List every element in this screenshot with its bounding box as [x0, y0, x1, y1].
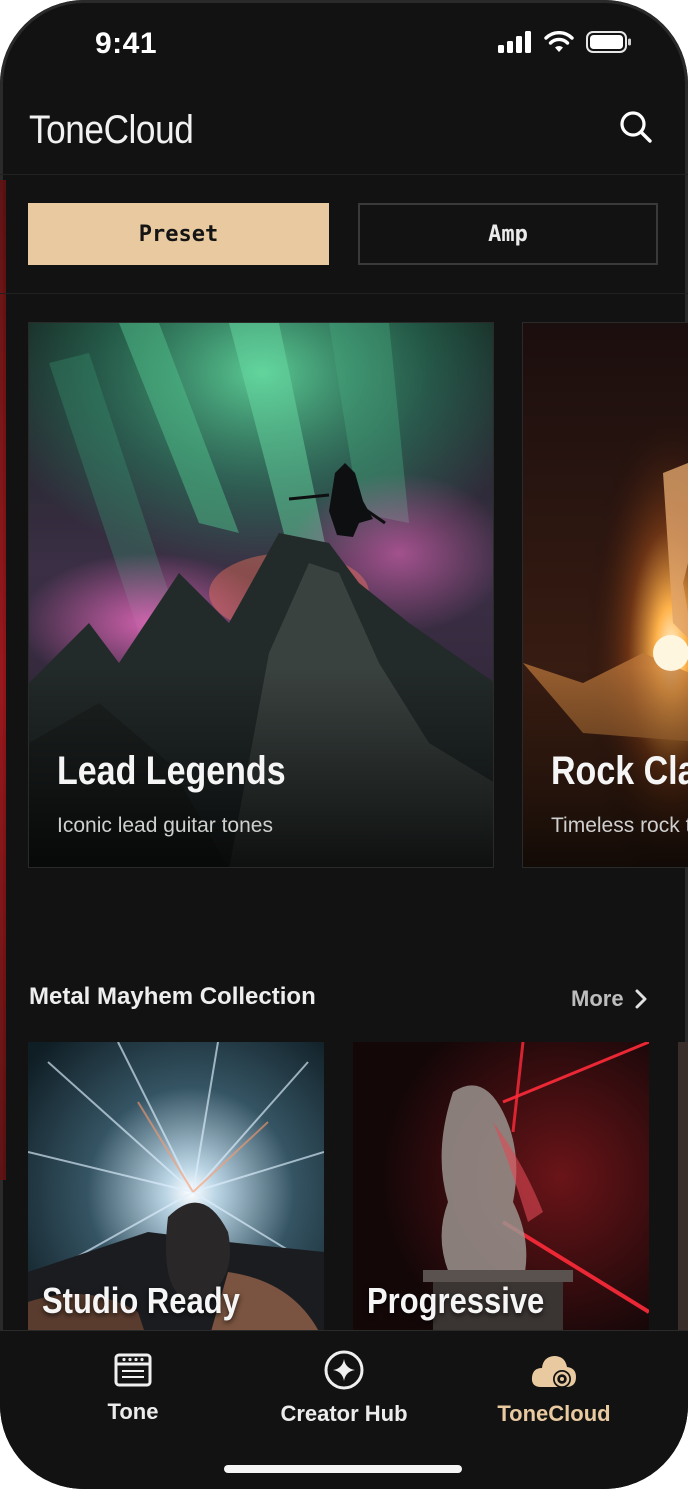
sparkle-circle-icon: [324, 1350, 364, 1390]
tab-label: Creator Hub: [280, 1401, 408, 1426]
status-time: 9:41: [95, 27, 158, 60]
tab-tone[interactable]: Tone: [0, 1349, 266, 1425]
card-title: Studio Ready: [42, 1280, 240, 1321]
search-icon: [620, 111, 652, 143]
battery-icon: [586, 31, 631, 53]
cloud-icon: [531, 1356, 576, 1388]
tab-label: ToneCloud: [497, 1401, 611, 1426]
card-title: Progressive: [367, 1280, 545, 1321]
page-title: ToneCloud: [29, 108, 194, 152]
status-bar: 9:41: [0, 0, 688, 90]
collection-card-progressive[interactable]: Progressive: [353, 1042, 649, 1342]
app-header: ToneCloud: [0, 90, 688, 175]
tab-label: Tone: [107, 1399, 159, 1424]
tab-creator-hub[interactable]: Creator Hub: [239, 1349, 449, 1427]
collection-card-peek[interactable]: [678, 1042, 688, 1342]
card-title: Rock Classics: [551, 749, 688, 793]
card-subtitle: Timeless rock tones: [551, 814, 688, 837]
search-button[interactable]: [618, 109, 654, 145]
home-indicator: [224, 1465, 462, 1473]
card-title: Lead Legends: [57, 749, 286, 793]
phone-frame: 9:41 ToneCloud Preset Amp Lead Legends I…: [0, 0, 688, 1489]
chevron-right-icon: [635, 989, 647, 1009]
more-link[interactable]: More: [571, 986, 648, 1012]
card-subtitle: Iconic lead guitar tones: [57, 814, 273, 837]
tab-preset[interactable]: Preset: [28, 203, 329, 265]
featured-card-lead-legends[interactable]: Lead Legends Iconic lead guitar tones: [28, 322, 494, 868]
amp-icon: [114, 1353, 152, 1387]
card-artwork: [678, 1042, 688, 1342]
tab-tonecloud[interactable]: ToneCloud: [440, 1349, 668, 1427]
wifi-icon: [544, 31, 574, 52]
signal-icon: [498, 31, 531, 53]
status-icons: [498, 31, 632, 53]
more-label: More: [571, 986, 624, 1011]
collection-card-studio-ready[interactable]: Studio Ready: [28, 1042, 324, 1342]
featured-card-rock-classics[interactable]: Rock Classics Timeless rock tones: [522, 322, 688, 868]
section-title: Metal Mayhem Collection: [29, 983, 316, 1010]
tab-amp[interactable]: Amp: [358, 203, 658, 265]
divider: [0, 293, 688, 294]
